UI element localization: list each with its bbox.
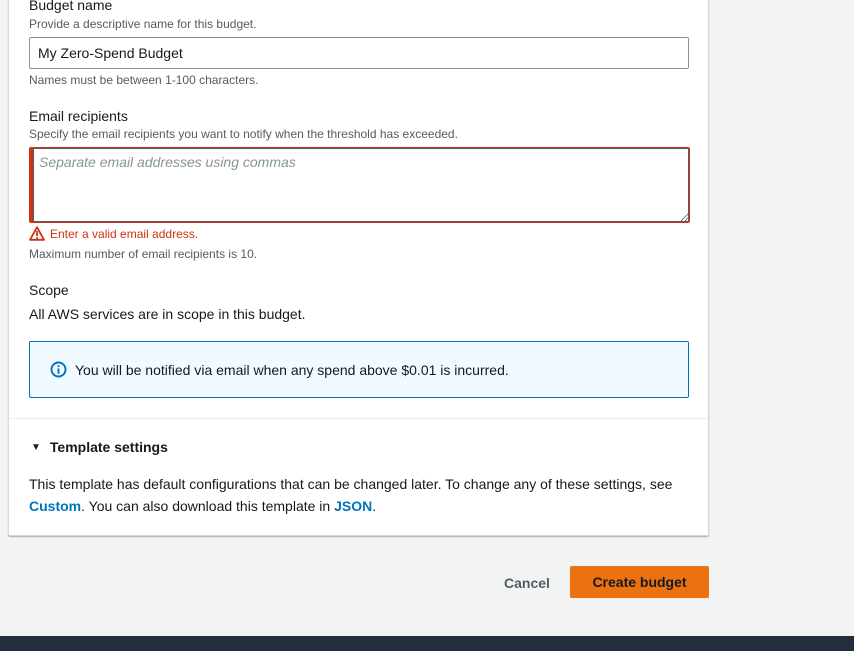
template-text-after: . bbox=[372, 498, 377, 514]
info-circle-icon bbox=[50, 361, 67, 378]
cancel-button[interactable]: Cancel bbox=[494, 567, 560, 599]
email-recipients-constraint: Maximum number of email recipients is 10… bbox=[29, 247, 258, 261]
template-settings-title: Template settings bbox=[49, 439, 168, 455]
budget-name-constraint: Names must be between 1-100 characters. bbox=[29, 73, 259, 87]
budget-name-description: Provide a descriptive name for this budg… bbox=[29, 17, 257, 31]
section-divider bbox=[9, 418, 708, 419]
page: Budget name Provide a descriptive name f… bbox=[0, 0, 854, 651]
email-recipients-label: Email recipients bbox=[29, 108, 128, 124]
budget-name-input[interactable] bbox=[29, 37, 689, 69]
template-settings-description: This template has default configurations… bbox=[29, 473, 699, 517]
email-error-text: Enter a valid email address. bbox=[50, 226, 199, 241]
template-text-middle: . You can also download this template in bbox=[81, 498, 335, 514]
info-alert-text: You will be notified via email when any … bbox=[75, 361, 509, 378]
warning-triangle-icon bbox=[29, 226, 45, 241]
json-link[interactable]: JSON bbox=[334, 498, 372, 514]
create-budget-button[interactable]: Create budget bbox=[570, 566, 709, 598]
footer-bar bbox=[0, 636, 854, 651]
template-text-before: This template has default configurations… bbox=[29, 476, 673, 492]
custom-link[interactable]: Custom bbox=[29, 498, 81, 514]
info-alert: You will be notified via email when any … bbox=[29, 341, 689, 398]
budget-form-panel: Budget name Provide a descriptive name f… bbox=[8, 0, 709, 536]
email-recipients-textarea[interactable] bbox=[29, 147, 690, 223]
scope-label: Scope bbox=[29, 282, 69, 298]
email-recipients-description: Specify the email recipients you want to… bbox=[29, 127, 458, 141]
budget-name-label: Budget name bbox=[29, 0, 113, 13]
email-error-message: Enter a valid email address. bbox=[29, 226, 198, 241]
caret-down-icon: ▼ bbox=[31, 441, 41, 453]
template-settings-toggle[interactable]: ▼ Template settings bbox=[29, 439, 168, 455]
scope-text: All AWS services are in scope in this bu… bbox=[29, 306, 306, 322]
